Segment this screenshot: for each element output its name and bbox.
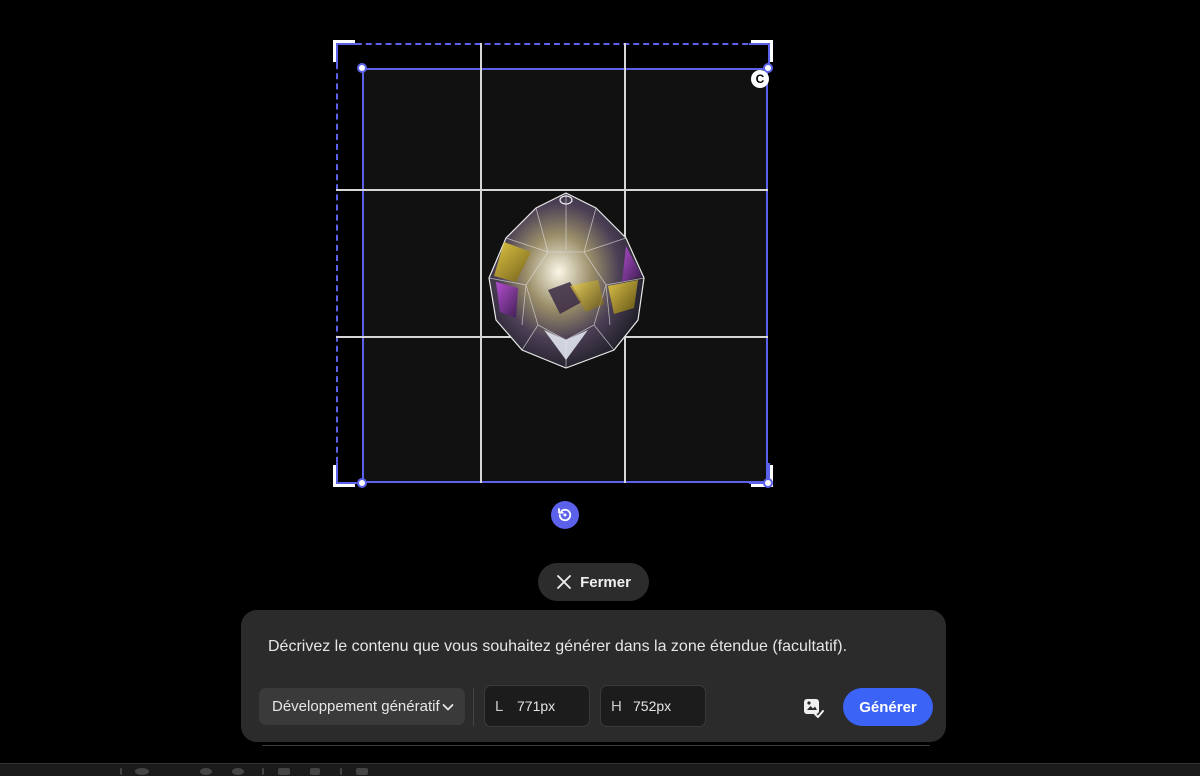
toolbar-separator [340, 768, 342, 775]
mode-dropdown[interactable]: Développement génératif [259, 688, 465, 725]
divider [262, 745, 930, 746]
height-field[interactable]: H [600, 685, 706, 727]
height-input[interactable] [633, 698, 697, 714]
crop-corner-handle[interactable] [333, 463, 357, 487]
toolbar-separator [120, 768, 122, 775]
width-prefix: L [495, 697, 504, 715]
width-input[interactable] [517, 698, 581, 714]
crystal-image [488, 192, 645, 369]
badge-label: C [755, 72, 765, 86]
generate-button[interactable]: Générer [843, 688, 933, 726]
close-icon [557, 575, 571, 589]
toolbar-tool-icon[interactable] [200, 768, 212, 775]
image-handle[interactable] [357, 478, 367, 488]
grid-line [480, 43, 482, 483]
toolbar-tool-icon[interactable] [356, 768, 368, 775]
crop-corner-handle[interactable] [333, 40, 357, 64]
content-credentials-badge: C [751, 70, 769, 88]
close-button[interactable]: Fermer [538, 563, 649, 601]
toolbar-tool-icon[interactable] [310, 768, 320, 775]
image-handle[interactable] [763, 478, 773, 488]
generative-prompt-panel: Décrivez le contenu que vous souhaitez g… [241, 610, 946, 742]
crop-corner-handle[interactable] [749, 40, 773, 64]
close-label: Fermer [580, 573, 631, 591]
toolbar-separator [262, 768, 264, 775]
height-prefix: H [611, 697, 622, 715]
generative-variations-icon [804, 699, 824, 718]
toolbar-tool-icon[interactable] [135, 768, 149, 775]
divider [473, 688, 474, 726]
chevron-down-icon [442, 703, 454, 710]
toolbar-tool-icon[interactable] [278, 768, 290, 775]
mode-value: Développement génératif [272, 698, 440, 715]
image-handle[interactable] [357, 63, 367, 73]
reset-button[interactable] [551, 501, 579, 529]
toolbar-tool-icon[interactable] [232, 768, 244, 775]
rotate-ccw-icon [558, 508, 572, 522]
bottom-toolbar [0, 763, 1200, 776]
prompt-input[interactable]: Décrivez le contenu que vous souhaitez g… [268, 638, 847, 656]
generate-label: Générer [859, 698, 917, 716]
width-field[interactable]: L [484, 685, 590, 727]
variations-button[interactable] [800, 694, 826, 720]
